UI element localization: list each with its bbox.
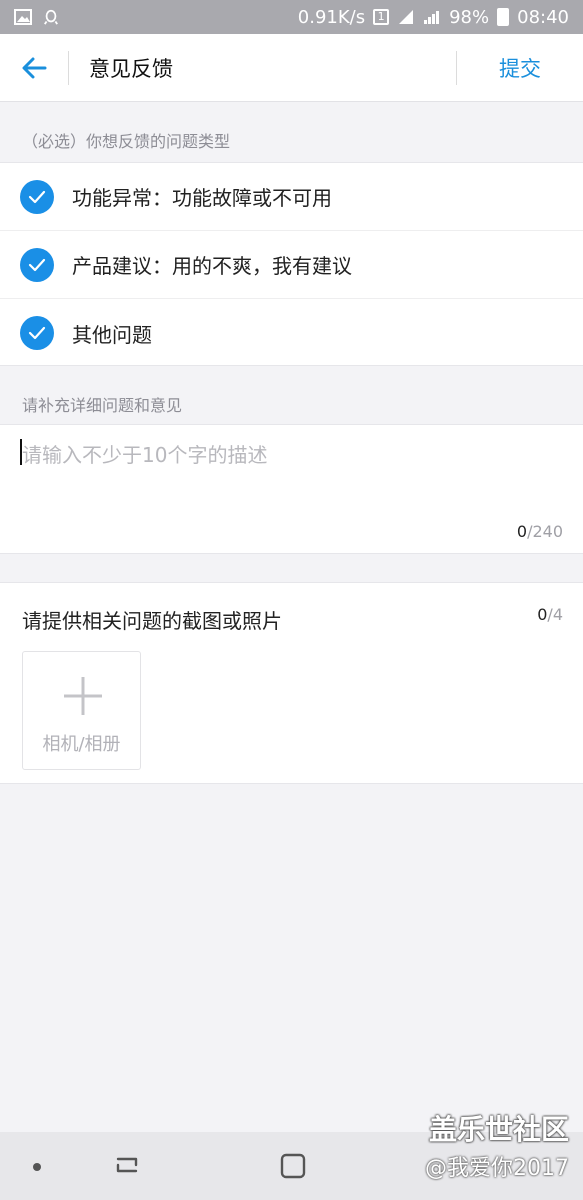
signal-4g-icon — [399, 10, 414, 24]
option-other[interactable]: 其他问题 — [0, 299, 583, 367]
add-photo-label: 相机/相册 — [42, 734, 121, 755]
network-speed: 0.91K/s — [297, 6, 366, 28]
option-product-suggestion[interactable]: 产品建议：用的不爽，我有建议 — [0, 231, 583, 299]
photo-counter: 0/4 — [537, 605, 563, 624]
app-header: 意见反馈 提交 — [0, 34, 583, 102]
option-label: 功能异常：功能故障或不可用 — [72, 186, 332, 210]
battery-percent: 98% — [449, 6, 490, 28]
option-function-error[interactable]: 功能异常：功能故障或不可用 — [0, 163, 583, 231]
checked-icon[interactable] — [20, 247, 54, 282]
description-textarea[interactable]: 请输入不少于10个字的描述 0/240 — [0, 424, 583, 554]
clock: 08:40 — [517, 6, 569, 28]
option-label: 产品建议：用的不爽，我有建议 — [72, 254, 352, 278]
back-arrow-icon — [22, 57, 47, 78]
checked-icon[interactable] — [20, 316, 54, 350]
character-counter: 0/240 — [517, 522, 563, 541]
watermark-user: @我爱你2017 — [425, 1156, 569, 1181]
qq-notification-icon — [44, 9, 58, 25]
recent-apps-icon[interactable] — [112, 1151, 142, 1179]
plus-icon — [64, 677, 102, 715]
type-options-list: 功能异常：功能故障或不可用 产品建议：用的不爽，我有建议 其他问题 — [0, 162, 583, 366]
photo-limit: /4 — [547, 605, 563, 624]
description-placeholder: 请输入不少于10个字的描述 — [22, 443, 268, 467]
watermark-title: 盖乐世社区 — [428, 1113, 569, 1146]
sim-icon: 1 — [373, 9, 390, 25]
photo-count: 0 — [537, 605, 548, 624]
status-bar: 0.91K/s 1 98% 08:40 — [0, 0, 583, 34]
option-label: 其他问题 — [72, 322, 152, 347]
back-button[interactable] — [0, 34, 68, 102]
home-icon[interactable] — [279, 1152, 307, 1180]
add-photo-button[interactable]: 相机/相册 — [22, 651, 141, 770]
header-divider — [68, 50, 69, 85]
photo-section-title: 请提供相关问题的截图或照片 — [22, 609, 282, 633]
character-count: 0 — [516, 522, 528, 541]
submit-button[interactable]: 提交 — [457, 34, 583, 102]
detail-section-label: 请补充详细问题和意见 — [22, 396, 183, 415]
character-limit: /240 — [527, 522, 563, 541]
gallery-notification-icon — [14, 9, 32, 25]
nav-dot-indicator[interactable] — [33, 1163, 41, 1171]
signal-icon — [424, 11, 440, 24]
battery-icon — [497, 8, 510, 26]
type-section-label: （必选）你想反馈的问题类型 — [22, 132, 231, 151]
checked-icon[interactable] — [20, 179, 54, 214]
photo-section: 请提供相关问题的截图或照片 0/4 相机/相册 — [0, 582, 583, 784]
page-title: 意见反馈 — [89, 56, 173, 81]
